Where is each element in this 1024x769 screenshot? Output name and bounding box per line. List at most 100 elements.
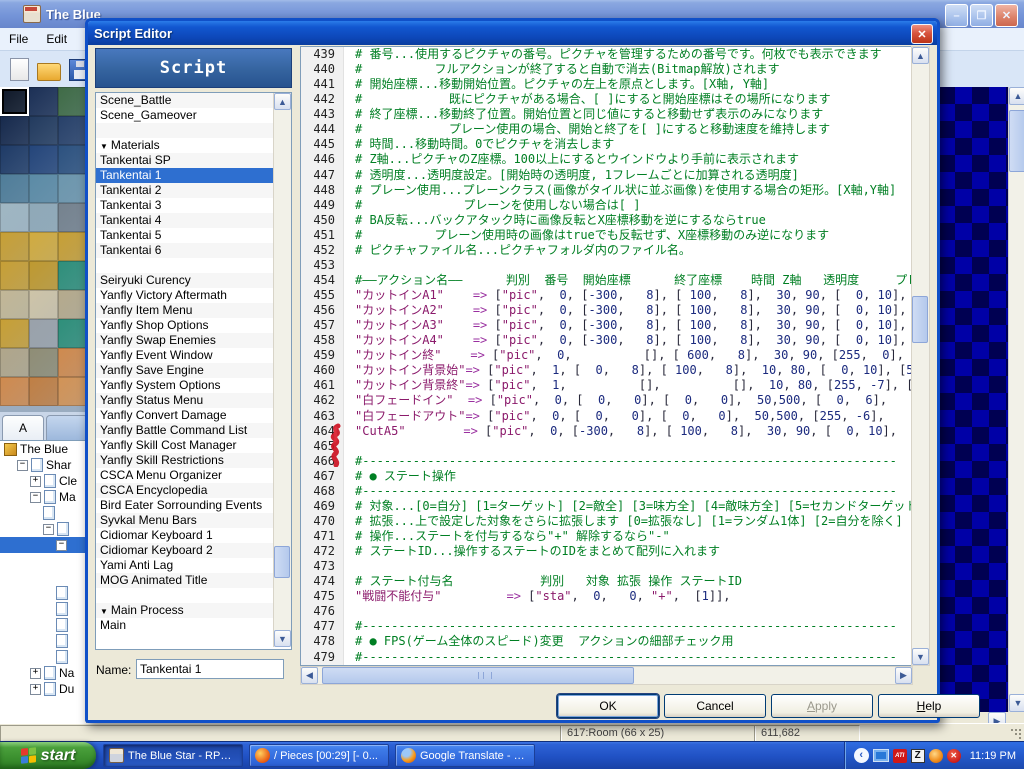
script-list-item[interactable]: Yanfly Convert Damage — [96, 408, 274, 423]
tree-expander-icon[interactable]: + — [30, 475, 41, 487]
script-list-item[interactable]: Yanfly System Options — [96, 378, 274, 393]
tileset-tile[interactable] — [58, 174, 87, 203]
tileset-tile[interactable] — [58, 348, 87, 377]
tree-item[interactable] — [0, 585, 86, 601]
tileset-tile[interactable] — [58, 290, 87, 319]
tileset-tile[interactable] — [58, 145, 87, 174]
tree-item[interactable]: The Blue — [0, 441, 86, 457]
menu-item-file[interactable]: File — [0, 32, 37, 46]
script-list-item[interactable]: Cidiomar Keyboard 1 — [96, 528, 274, 543]
z-icon[interactable]: Z — [910, 748, 925, 763]
script-list-item[interactable]: Yanfly Swap Enemies — [96, 333, 274, 348]
help-button[interactable]: Help — [878, 694, 980, 718]
scroll-up-icon[interactable]: ▲ — [912, 47, 929, 64]
minimize-button[interactable]: – — [945, 4, 968, 27]
code-vertical-scrollbar[interactable]: ▲ ▼ — [911, 46, 930, 666]
tree-item[interactable] — [0, 617, 86, 633]
tree-item[interactable] — [0, 649, 86, 665]
script-list-item[interactable]: MOG Animated Title — [96, 573, 274, 588]
taskbar-task[interactable]: The Blue Star - RPG ... — [103, 744, 243, 767]
scrollbar-thumb[interactable] — [274, 546, 290, 578]
tree-expander-icon[interactable]: + — [30, 683, 41, 695]
tileset-tile[interactable] — [58, 116, 87, 145]
scroll-right-icon[interactable]: ▶ — [895, 667, 912, 684]
tileset-tile[interactable] — [29, 261, 58, 290]
ok-button[interactable]: OK — [557, 694, 659, 718]
script-list-item[interactable]: CSCA Encyclopedia — [96, 483, 274, 498]
tileset-tile[interactable] — [29, 377, 58, 406]
tileset-tile[interactable] — [58, 87, 87, 116]
script-list-item[interactable]: Yanfly Victory Aftermath — [96, 288, 274, 303]
script-list-item[interactable]: Yanfly Status Menu — [96, 393, 274, 408]
script-list-item[interactable]: Yanfly Shop Options — [96, 318, 274, 333]
script-list-item[interactable]: Seiryuki Curency — [96, 273, 274, 288]
menu-item-edit[interactable]: Edit — [37, 32, 76, 46]
tree-expander-icon[interactable]: − — [30, 491, 41, 503]
tree-item[interactable]: − — [0, 537, 86, 553]
script-list-item[interactable]: Tankentai SP — [96, 153, 274, 168]
tileset-tile[interactable] — [29, 174, 58, 203]
chevron-icon[interactable]: ‹ — [853, 748, 869, 763]
tileset-tile[interactable] — [0, 116, 29, 145]
map-vertical-scrollbar[interactable]: ▲ ▼ — [1008, 87, 1024, 712]
tileset-tile[interactable] — [29, 87, 58, 116]
tree-expander-icon[interactable]: − — [43, 523, 54, 535]
tileset-tab-b[interactable] — [46, 415, 88, 440]
tileset-tile[interactable] — [0, 261, 29, 290]
script-list-item[interactable]: Tankentai 2 — [96, 183, 274, 198]
tileset-tile[interactable] — [58, 319, 87, 348]
tileset-tile[interactable] — [29, 116, 58, 145]
script-list-item[interactable]: Yanfly Event Window — [96, 348, 274, 363]
script-list-item[interactable]: Syvkal Menu Bars — [96, 513, 274, 528]
dialog-titlebar[interactable]: Script Editor ✕ — [88, 21, 937, 45]
tileset-tile[interactable] — [0, 377, 29, 406]
script-list-item[interactable]: Yanfly Battle Command List — [96, 423, 274, 438]
code-editor[interactable]: 439 # 番号...使用するピクチャの番号。ピクチャを管理するための番号です。何… — [300, 46, 912, 666]
script-list-item[interactable]: Yami Anti Lag — [96, 558, 274, 573]
new-file-icon[interactable] — [10, 57, 29, 81]
tileset-tile[interactable] — [29, 319, 58, 348]
tree-item[interactable]: + Na — [0, 665, 86, 681]
tree-expander-icon[interactable]: − — [17, 459, 28, 471]
tree-item[interactable]: − Shar — [0, 457, 86, 473]
tileset-tile[interactable] — [58, 203, 87, 232]
ati-icon[interactable]: ATI — [892, 748, 907, 763]
code-horizontal-scrollbar[interactable]: ◀ ▶ — [300, 666, 913, 685]
scroll-down-icon[interactable]: ▼ — [1009, 694, 1024, 712]
scroll-up-icon[interactable]: ▲ — [1009, 87, 1024, 105]
scrollbar-thumb[interactable] — [322, 667, 634, 684]
tileset-tile[interactable] — [0, 319, 29, 348]
script-list-item[interactable]: Bird Eater Sorrounding Events — [96, 498, 274, 513]
scrollbar-thumb[interactable] — [1009, 110, 1024, 172]
tree-item[interactable]: − Ma — [0, 489, 86, 505]
tileset-tile[interactable] — [58, 232, 87, 261]
scroll-down-icon[interactable]: ▼ — [274, 630, 291, 647]
tileset-tile[interactable] — [29, 145, 58, 174]
tileset-tile[interactable] — [0, 348, 29, 377]
scroll-down-icon[interactable]: ▼ — [912, 648, 929, 665]
tileset-palette[interactable] — [0, 87, 88, 412]
script-list-scrollbar[interactable]: ▲ ▼ — [273, 93, 291, 647]
script-list-item[interactable]: CSCA Menu Organizer — [96, 468, 274, 483]
scrollbar-thumb[interactable] — [912, 296, 928, 343]
scroll-up-icon[interactable]: ▲ — [274, 93, 291, 110]
tileset-tile[interactable] — [29, 348, 58, 377]
swirl-icon[interactable] — [928, 748, 943, 763]
tileset-tile[interactable] — [0, 87, 29, 116]
tileset-tile[interactable] — [58, 377, 87, 406]
scroll-left-icon[interactable]: ◀ — [301, 667, 318, 684]
tileset-tile[interactable] — [58, 261, 87, 290]
script-list-item[interactable]: Tankentai 5 — [96, 228, 274, 243]
tree-item[interactable]: − — [0, 521, 86, 537]
tree-item[interactable]: + Cle — [0, 473, 86, 489]
tileset-tile[interactable] — [0, 203, 29, 232]
open-folder-icon[interactable] — [37, 63, 61, 81]
tileset-tile[interactable] — [0, 232, 29, 261]
tree-item[interactable]: + Du — [0, 681, 86, 697]
tree-item[interactable] — [0, 633, 86, 649]
tileset-tile[interactable] — [0, 174, 29, 203]
dialog-close-icon[interactable]: ✕ — [911, 24, 933, 44]
script-list-item[interactable]: Yanfly Save Engine — [96, 363, 274, 378]
script-list-item[interactable]: Tankentai 1 — [96, 168, 274, 183]
taskbar-task[interactable]: / Pieces [00:29] [- 0... — [249, 744, 389, 767]
